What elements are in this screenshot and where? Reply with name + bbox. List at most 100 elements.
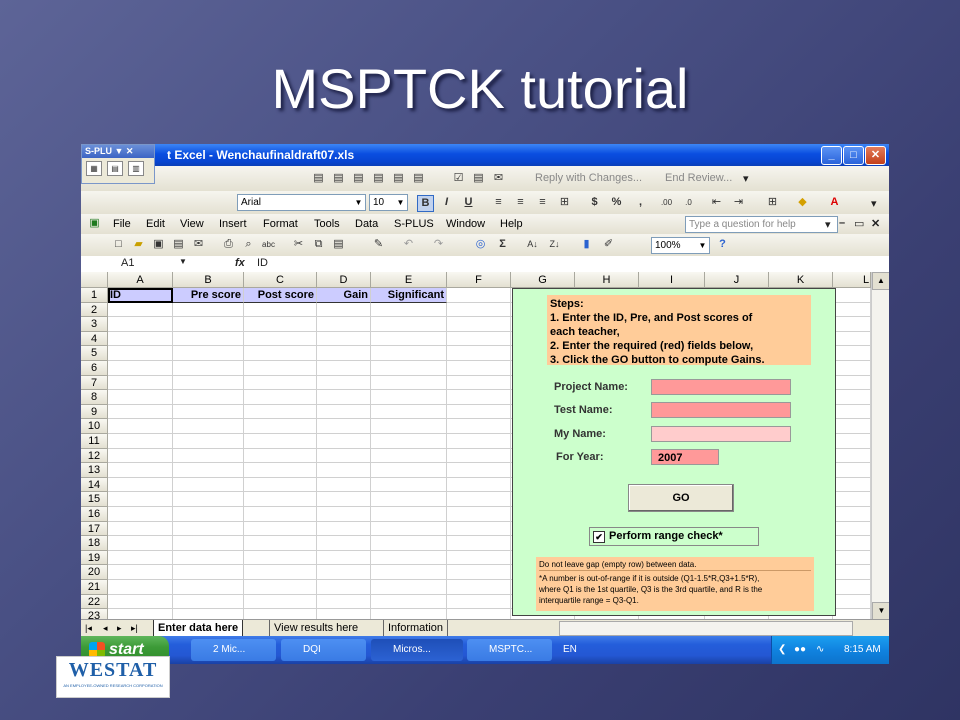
sheet-cell[interactable] <box>244 375 317 391</box>
sheet-cell[interactable] <box>447 536 511 551</box>
sheet-cell[interactable] <box>108 463 173 478</box>
sheet-cell[interactable] <box>108 317 173 332</box>
splus-toolbar-header[interactable]: S-PLU ▼ ✕ <box>82 145 154 158</box>
sheet-cell[interactable] <box>317 492 371 507</box>
sheet-cell[interactable] <box>244 302 317 318</box>
sheet-cell[interactable] <box>371 580 447 595</box>
row-header[interactable]: 2 <box>81 302 108 318</box>
sheet-cell[interactable]: ID <box>108 288 173 303</box>
column-header[interactable]: G <box>511 272 575 288</box>
toolbar-options-icon[interactable]: ▾ <box>743 172 749 185</box>
column-header[interactable]: E <box>371 272 447 288</box>
column-header[interactable]: K <box>769 272 833 288</box>
sheet-cell[interactable] <box>371 477 447 493</box>
sheet-cell[interactable] <box>447 463 511 478</box>
increase-indent-icon[interactable]: ⇥ <box>731 195 746 210</box>
sheet-cell[interactable] <box>108 434 173 449</box>
row-header[interactable]: 8 <box>81 390 108 405</box>
sheet-cell[interactable] <box>244 419 317 434</box>
taskbar-item-excel[interactable]: Micros... <box>371 639 463 661</box>
review-icon-2[interactable]: ▤ <box>331 171 346 186</box>
sheet-cell[interactable] <box>833 565 871 580</box>
language-indicator[interactable]: EN <box>563 636 577 664</box>
sheet-cell[interactable] <box>833 361 871 376</box>
sheet-cell[interactable] <box>108 390 173 405</box>
help-question-input[interactable]: Type a question for help <box>685 216 838 233</box>
splus-grid-icon[interactable]: ▤ <box>107 161 123 176</box>
sheet-cell[interactable] <box>244 492 317 507</box>
spelling-icon[interactable]: abc <box>261 237 276 252</box>
row-header[interactable]: 15 <box>81 492 108 507</box>
maximize-button[interactable]: □ <box>843 146 864 165</box>
sheet-cell[interactable] <box>371 448 447 464</box>
sheet-cell[interactable] <box>317 434 371 449</box>
fill-color-icon[interactable]: ◆ <box>795 195 810 210</box>
cut-icon[interactable]: ✂ <box>291 237 306 252</box>
sheet-cell[interactable] <box>371 565 447 580</box>
sheet-cell[interactable] <box>317 346 371 361</box>
column-header[interactable]: D <box>317 272 371 288</box>
sheet-cell[interactable] <box>447 434 511 449</box>
sheet-cell[interactable] <box>447 390 511 405</box>
sheet-cell[interactable] <box>108 404 173 420</box>
sheet-cell[interactable] <box>173 404 244 420</box>
help-dropdown-icon[interactable]: ▾ <box>825 218 831 231</box>
sheet-cell[interactable] <box>447 580 511 595</box>
zoom-dropdown-icon[interactable]: ▼ <box>697 239 708 252</box>
select-all-corner[interactable] <box>81 272 108 288</box>
review-icon-7[interactable]: ☑ <box>451 171 466 186</box>
sheet-cell[interactable] <box>447 477 511 493</box>
sheet-cell[interactable] <box>371 346 447 361</box>
sheet-cell[interactable] <box>244 448 317 464</box>
tab-information[interactable]: Information <box>383 620 449 636</box>
row-header[interactable]: 21 <box>81 580 108 595</box>
menu-view[interactable]: View <box>180 218 204 230</box>
sheet-cell[interactable] <box>833 507 871 522</box>
menu-help[interactable]: Help <box>500 218 523 230</box>
sheet-cell[interactable] <box>108 448 173 464</box>
increase-decimal-icon[interactable]: .00 <box>659 195 674 210</box>
sheet-cell[interactable] <box>173 448 244 464</box>
clock[interactable]: 8:15 AM <box>844 636 881 664</box>
font-size-combo[interactable]: 10 ▼ <box>369 194 408 211</box>
end-review[interactable]: End Review... <box>665 172 732 184</box>
scroll-down-icon[interactable]: ▼ <box>872 602 889 620</box>
row-header[interactable]: 11 <box>81 434 108 449</box>
sheet-cell[interactable] <box>173 536 244 551</box>
insert-function-icon[interactable]: fx <box>235 257 245 269</box>
row-header[interactable]: 20 <box>81 565 108 580</box>
percent-button[interactable]: % <box>609 195 624 210</box>
sheet-cell[interactable] <box>317 521 371 537</box>
sheet-cell[interactable] <box>317 361 371 376</box>
help-button[interactable]: ? <box>715 237 730 252</box>
undo-icon[interactable]: ↶ <box>401 237 416 252</box>
sheet-cell[interactable] <box>833 317 871 332</box>
sheet-cell[interactable] <box>317 565 371 580</box>
row-header[interactable]: 17 <box>81 521 108 537</box>
sheet-cell[interactable] <box>173 507 244 522</box>
sheet-cell[interactable] <box>447 507 511 522</box>
column-header[interactable]: F <box>447 272 511 288</box>
sheet-cell[interactable] <box>371 361 447 376</box>
sheet-cell[interactable] <box>173 463 244 478</box>
sheet-cell[interactable] <box>833 521 871 537</box>
sheet-cell[interactable]: Significant <box>371 288 447 303</box>
workbook-minimize-icon[interactable]: – <box>839 217 845 229</box>
sheet-cell[interactable] <box>833 434 871 449</box>
tab-enter-data[interactable]: Enter data here <box>153 620 244 636</box>
review-icon-8[interactable]: ▤ <box>471 171 486 186</box>
sheet-cell[interactable] <box>244 536 317 551</box>
prev-sheet-icon[interactable]: ◂ <box>103 620 108 636</box>
sheet-cell[interactable] <box>833 477 871 493</box>
underline-button[interactable]: U <box>461 195 476 210</box>
taskbar-item-dqi[interactable]: DQI <box>281 639 366 661</box>
row-header[interactable]: 1 <box>81 288 108 303</box>
taskbar-item-msptck[interactable]: MSPTC... <box>467 639 552 661</box>
sheet-cell[interactable] <box>108 550 173 566</box>
sheet-cell[interactable] <box>371 492 447 507</box>
formula-input[interactable]: ID <box>257 257 268 269</box>
splus-import-icon[interactable]: ▦ <box>86 161 102 176</box>
sheet-cell[interactable]: Pre score <box>173 288 244 303</box>
sheet-cell[interactable] <box>173 302 244 318</box>
sheet-cell[interactable] <box>173 331 244 347</box>
